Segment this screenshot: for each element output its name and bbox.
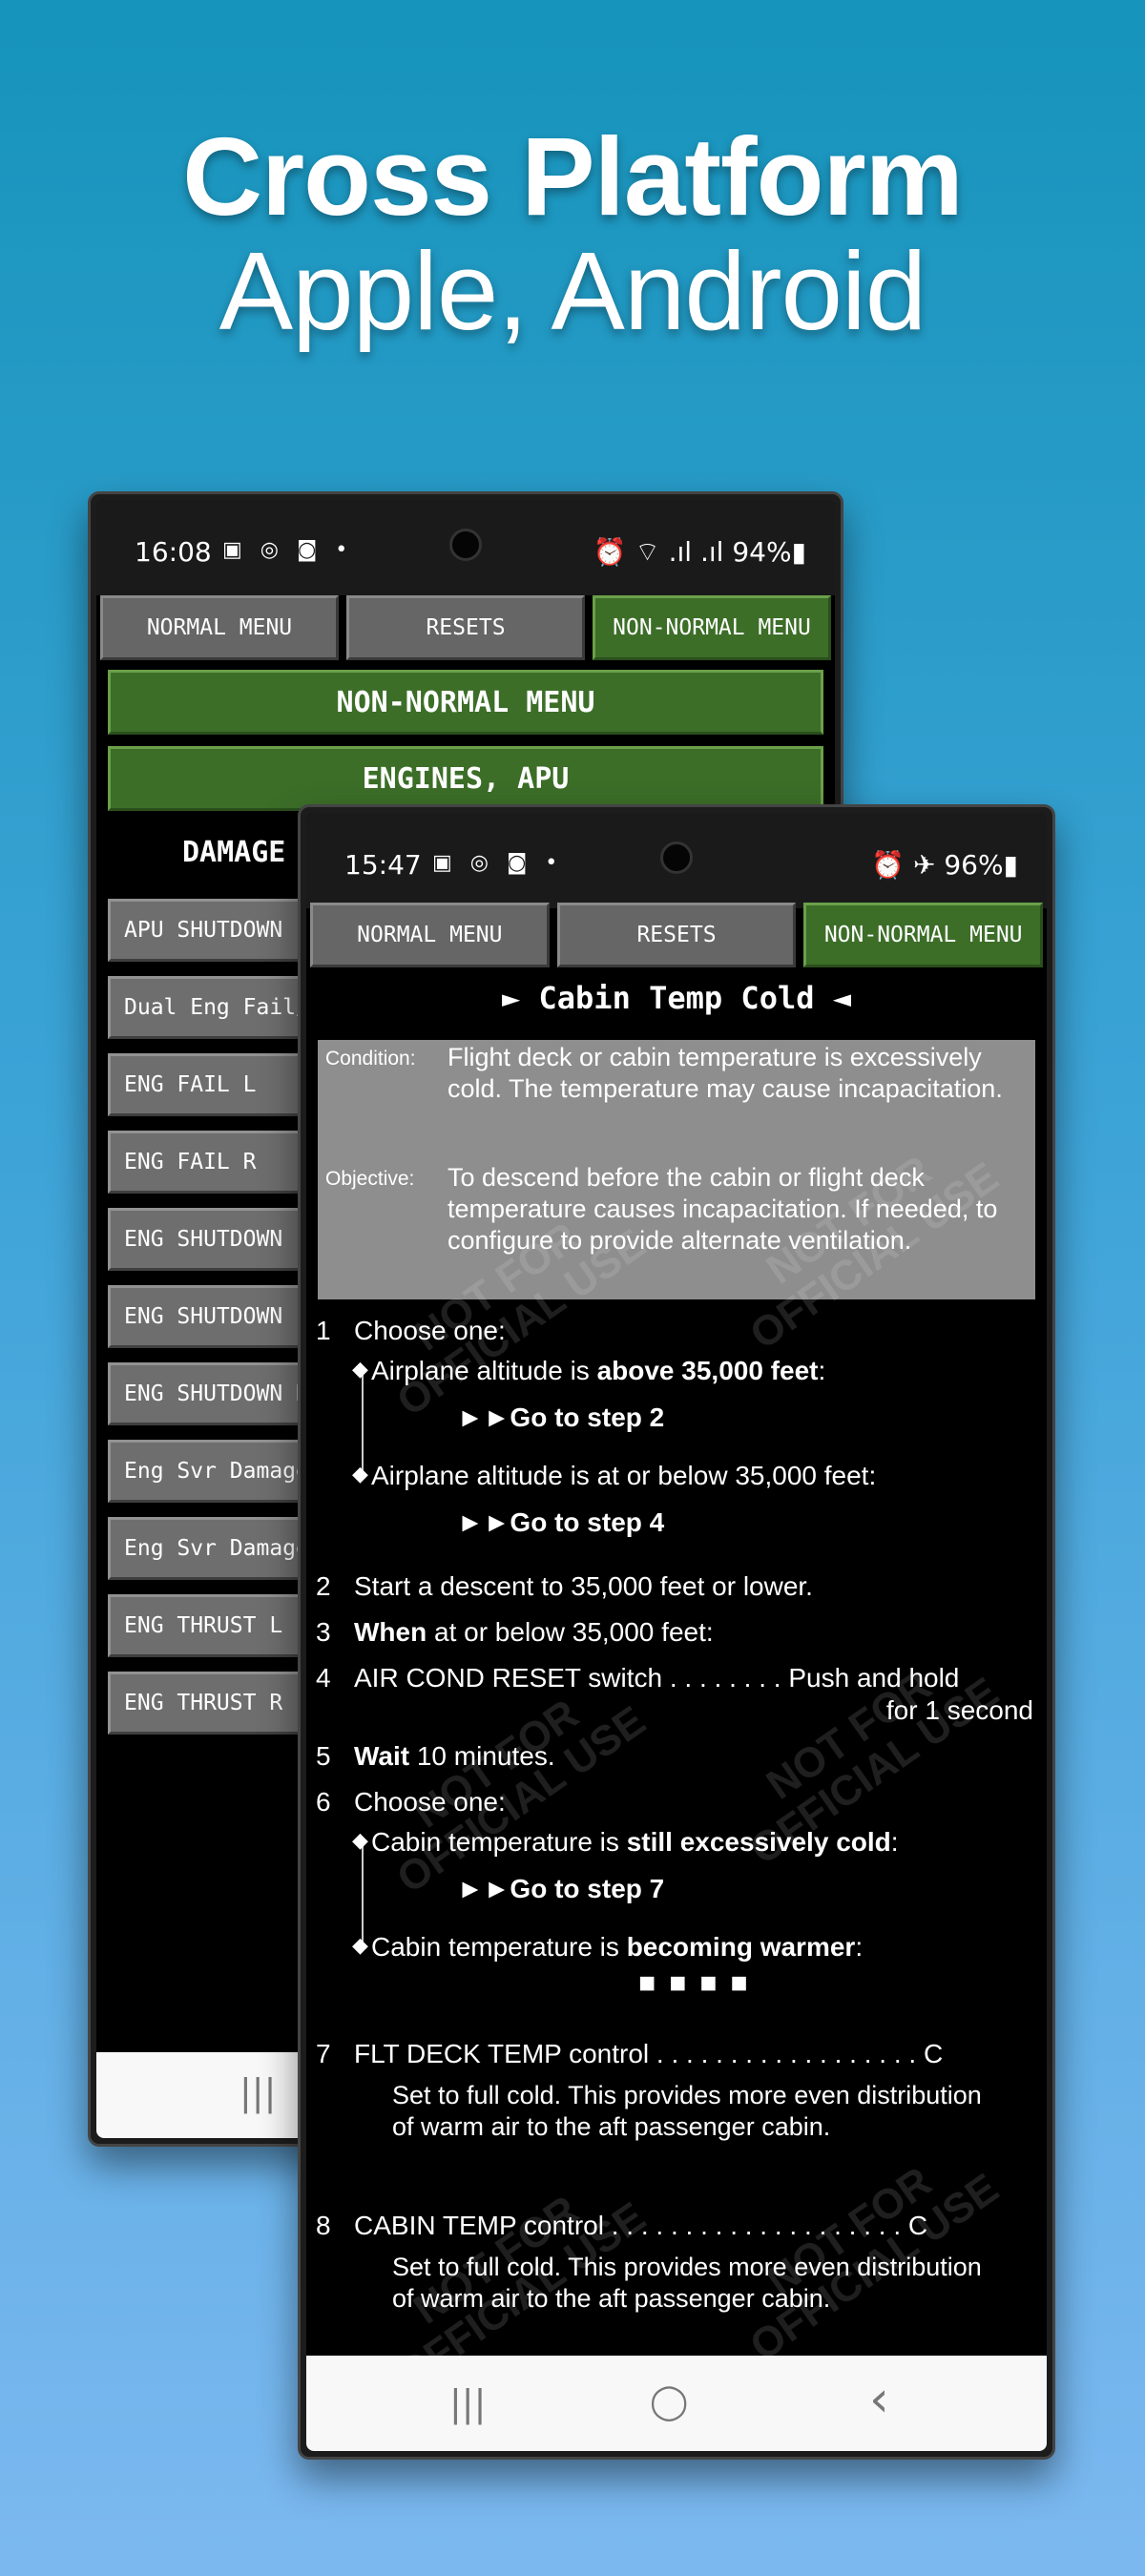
front-phone: 15:47 ▣ ◎ ◙ • ⏰ ✈ 96%▮ NORMAL MENU RESET… [298,804,1055,2460]
non-normal-menu-header[interactable]: NON-NORMAL MENU [108,670,823,735]
tab-normal-menu[interactable]: NORMAL MENU [100,595,339,660]
recents-icon[interactable]: ||| [449,2382,486,2424]
tab-non-normal-menu[interactable]: NON-NORMAL MENU [593,595,831,660]
tab-non-normal-menu[interactable]: NON-NORMAL MENU [803,903,1044,967]
go-to-step-4[interactable]: ►►Go to step 4 [457,1507,664,1538]
engines-apu-header[interactable]: ENGINES, APU [108,746,823,811]
diamond-icon: ◆ [352,1933,368,1957]
notification-icons: ▣ ◎ ◙ • [222,538,354,562]
option-connector [362,1370,364,1475]
nav-bar: ||| ◯ ‹ [306,2356,1047,2451]
condition-label: Condition: [325,1048,416,1070]
status-time: 16:08 [135,536,212,568]
status-time: 15:47 [344,849,422,881]
step-7-note: Set to full cold. This provides more eve… [392,2081,982,2141]
step-6-option-2[interactable]: Cabin temperature is becoming warmer: [371,1931,863,1963]
tab-bar: NORMAL MENU RESETS NON-NORMAL MENU [310,903,1044,967]
checklist-title: ► Cabin Temp Cold ◄ [501,980,852,1016]
home-icon[interactable]: ◯ [650,2382,688,2421]
go-to-step-7[interactable]: ►►Go to step 7 [457,1874,664,1904]
notification-icons: ▣ ◎ ◙ • [432,851,564,875]
tab-normal-menu[interactable]: NORMAL MENU [310,903,550,967]
recents-icon[interactable]: ||| [239,2071,276,2113]
diamond-icon: ◆ [352,1357,368,1381]
headline-line2: Apple, Android [219,229,927,353]
option-connector [362,1841,364,1946]
go-to-step-2[interactable]: ►►Go to step 2 [457,1402,664,1433]
watermark: NOT FOR OFFICIAL USE [741,2157,1008,2370]
step-1-option-2[interactable]: Airplane altitude is at or below 35,000 … [371,1460,876,1492]
camera-icon [449,529,482,561]
status-bar: 15:47 ▣ ◎ ◙ • ⏰ ✈ 96%▮ [306,813,1047,908]
tab-resets[interactable]: RESETS [346,595,585,660]
watermark: NOT FOR OFFICIAL USE [388,1690,655,1902]
status-bar: 16:08 ▣ ◎ ◙ • ⏰ ⌔ .ıl .ıl 94%▮ [96,500,835,595]
status-right-icons: ⏰ ⌔ .ıl .ıl 94%▮ [593,536,806,568]
headline-line1: Cross Platform [182,114,964,239]
status-right-icons: ⏰ ✈ 96%▮ [871,849,1018,881]
camera-icon [660,841,693,874]
condition-text: Flight deck or cabin temperature is exce… [448,1043,1003,1103]
front-phone-screen: 15:47 ▣ ◎ ◙ • ⏰ ✈ 96%▮ NORMAL MENU RESET… [306,813,1047,2451]
back-icon[interactable]: ‹ [869,2371,889,2428]
objective-label: Objective: [325,1168,415,1190]
tab-resets[interactable]: RESETS [556,903,797,967]
end-of-checklist-marker: ■■■■ [638,1967,761,1999]
tab-bar: NORMAL MENU RESETS NON-NORMAL MENU [100,595,831,660]
diamond-icon: ◆ [352,1462,368,1485]
section-label: DAMAGE [182,836,286,869]
